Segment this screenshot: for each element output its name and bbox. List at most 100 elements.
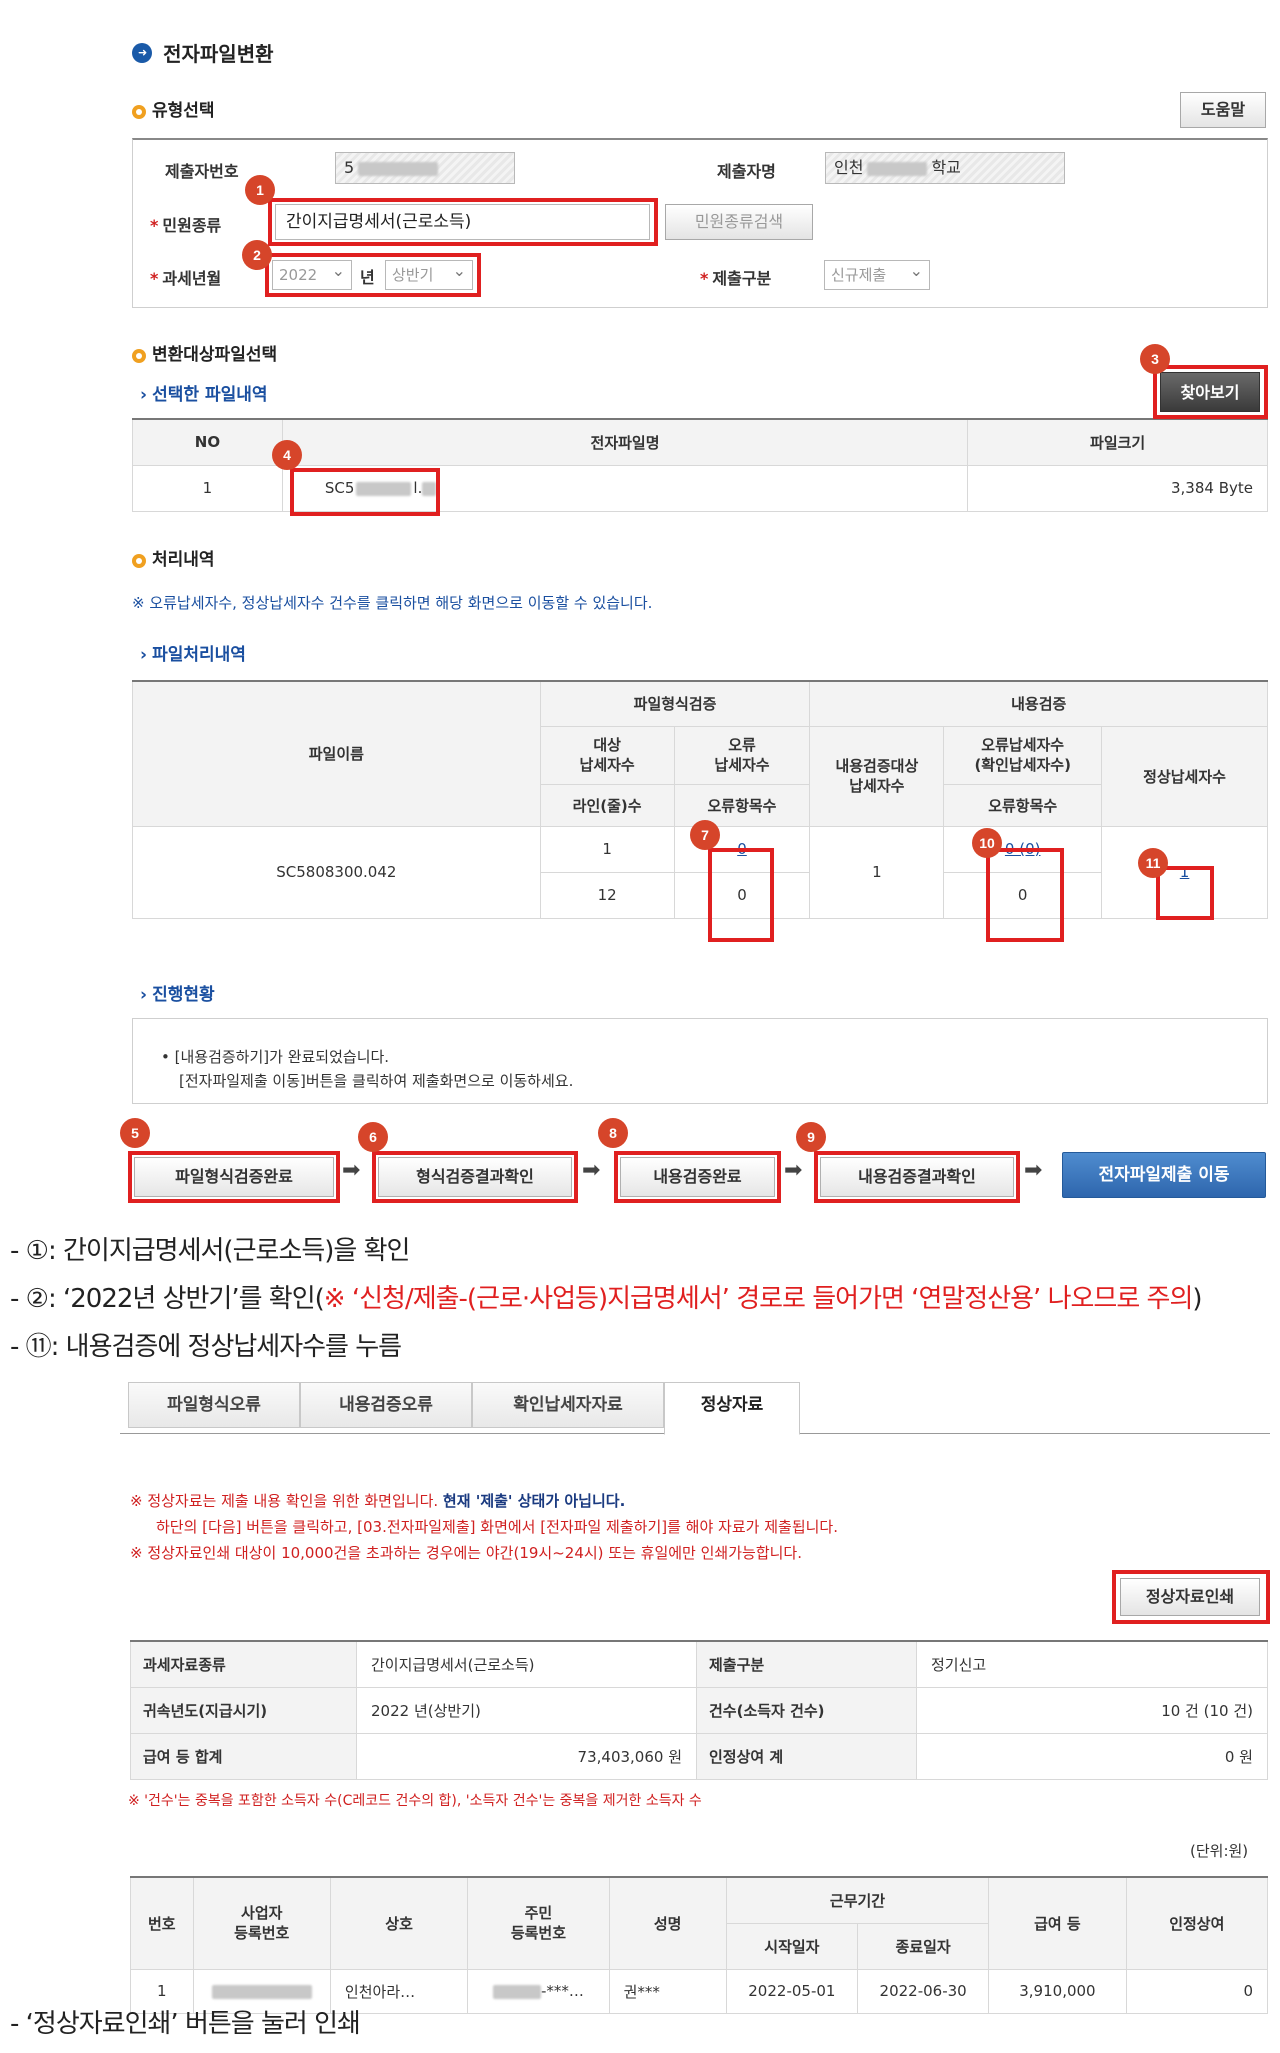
col-filesize: 파일크기 [967, 418, 1268, 466]
col-detail-end: 종료일자 [856, 1922, 990, 1970]
submitter-name-label: 제출자명 [717, 162, 776, 181]
col-detail-company: 상호 [329, 1876, 469, 1970]
col-detail-pay: 급여 등 [988, 1876, 1127, 1970]
progress-box: • [내용검증하기]가 완료되었습니다. [전자파일제출 이동]버튼을 클릭하여… [132, 1018, 1268, 1104]
process-filename: SC5808300.042 [132, 825, 541, 919]
col-format-check: 파일형식검증 [539, 680, 811, 727]
process-header: 처리내역 [132, 545, 215, 570]
col-normal: 정상납세자수 [1101, 725, 1268, 827]
progress-line-1: • [내용검증하기]가 완료되었습니다. [161, 1048, 390, 1066]
chevron-right-icon: › [140, 385, 148, 405]
submit-type-label: * 제출구분 [700, 269, 772, 288]
caption-4: - ‘정상자료인쇄’ 버튼을 눌러 인쇄 [10, 2009, 361, 2039]
table-row: 귀속년도(지급시기) 2022 년(상반기) 건수(소득자 건수) 10 건 (… [130, 1686, 1268, 1734]
submitter-no-field: 5 [335, 152, 515, 184]
col-detail-start: 시작일자 [725, 1922, 859, 1970]
highlight-file-name [290, 468, 440, 516]
tab-content-error[interactable]: 내용검증오류 [300, 1382, 472, 1428]
col-target: 대상 납세자수 [539, 725, 675, 785]
col-file-name: 파일이름 [132, 680, 541, 827]
civil-type-search-button[interactable]: 민원종류검색 [665, 204, 813, 240]
arrow-right-icon: ➡ [784, 1158, 803, 1183]
conversion-screen: ➜ 전자파일변환 유형선택 도움말 제출자번호 5 제출자명 인천 학교 * 민원종… [120, 0, 1270, 1203]
step-badge-5: 5 [120, 1118, 150, 1148]
count-note: ※ '건수'는 중복을 포함한 소득자 수(C레코드 건수의 합), '소득자 … [128, 1793, 702, 1809]
highlight-error-confirm [986, 848, 1064, 942]
chevron-right-icon: › [140, 645, 148, 665]
help-button[interactable]: 도움말 [1180, 92, 1266, 128]
step-badge-9: 9 [796, 1122, 826, 1152]
title-circle-icon: ➜ [132, 42, 152, 63]
normal-notice-3: ※ 정상자료인쇄 대상이 10,000건을 초과하는 경우에는 야간(19시~2… [130, 1544, 802, 1562]
col-error-items: 오류항목수 [673, 783, 811, 827]
step-badge-1: 1 [245, 175, 275, 205]
highlight-browse [1153, 365, 1268, 419]
tab-bar: 파일형식오류 내용검증오류 확인납세자자료 정상자료 [120, 1370, 1270, 1435]
caption-2: - ②: ‘2022년 상반기’를 확인(※ ‘신청/제출-(근로·사업등)지급… [10, 1284, 1203, 1314]
col-detail-no: 번호 [130, 1876, 194, 1970]
col-error-confirm: 오류납세자수 (확인납세자수) [943, 725, 1103, 785]
move-to-submit-button[interactable]: 전자파일제출 이동 [1062, 1152, 1266, 1198]
file-process-subtitle: › 파일처리내역 [140, 645, 246, 665]
step-badge-10: 10 [972, 828, 1002, 858]
normal-notice-1: ※ 정상자료는 제출 내용 확인을 위한 화면입니다. 현재 '제출' 상태가 … [130, 1492, 626, 1510]
normal-notice-2: 하단의 [다음] 버튼을 클릭하고, [03.전자파일제출] 화면에서 [전자파… [156, 1518, 838, 1536]
col-content-target: 내용검증대상 납세자수 [809, 725, 945, 827]
table-row: 과세자료종류 간이지급명세서(근로소득) 제출구분 정기신고 [130, 1640, 1268, 1688]
file-row-size: 3,384 Byte [967, 464, 1268, 512]
submit-type-select[interactable]: 신규제출 [824, 257, 930, 290]
file-row-no: 1 [132, 464, 283, 512]
normal-data-screen: 파일형식오류 내용검증오류 확인납세자자료 정상자료 ※ 정상자료는 제출 내용… [120, 1370, 1270, 2014]
col-filename: 전자파일명 [281, 418, 969, 466]
page-title: 전자파일변환 [163, 42, 274, 66]
unit-label: (단위:원) [1190, 1842, 1249, 1860]
detail-table: 번호 사업자 등록번호 상호 주민 등록번호 성명 근무기간 급여 등 인정상여… [130, 1876, 1269, 2014]
detail-rrn: -***… [467, 1968, 610, 2014]
selected-files-subtitle: › 선택한 파일내역 [140, 385, 268, 405]
progress-line-2: [전자파일제출 이동]버튼을 클릭하여 제출화면으로 이동하세요. [179, 1072, 574, 1090]
type-select-header: 유형선택 [132, 96, 215, 121]
col-error: 오류 납세자수 [673, 725, 811, 785]
process-notice: ※ 오류납세자수, 정상납세자수 건수를 클릭하면 해당 화면으로 이동할 수 … [132, 594, 653, 612]
col-detail-bonus: 인정상여 [1125, 1876, 1269, 1970]
step-badge-7: 7 [690, 820, 720, 850]
chevron-right-icon: › [140, 985, 148, 1005]
col-detail-rrn: 주민 등록번호 [467, 1876, 610, 1970]
col-detail-biz: 사업자 등록번호 [192, 1876, 331, 1970]
highlight-flow-2 [372, 1151, 578, 1203]
page-title-row: ➜ 전자파일변환 [132, 38, 274, 67]
caption-1: - ①: 간이지급명세서(근로소득)을 확인 [10, 1236, 410, 1266]
tab-confirm-taxpayer[interactable]: 확인납세자자료 [472, 1382, 664, 1428]
col-detail-person: 성명 [608, 1876, 727, 1970]
col-detail-period: 근무기간 [725, 1876, 990, 1924]
progress-subtitle: › 진행현황 [140, 985, 215, 1005]
highlight-normal-count [1156, 866, 1214, 920]
highlight-error-count [708, 848, 774, 942]
submitter-no-label: 제출자번호 [165, 162, 239, 181]
submitter-name-field: 인천 학교 [825, 152, 1065, 184]
col-lines: 라인(줄)수 [539, 783, 675, 827]
highlight-flow-1 [128, 1151, 340, 1203]
arrow-right-icon: ➡ [582, 1158, 601, 1183]
step-badge-6: 6 [358, 1122, 388, 1152]
file-process-table: 파일이름 파일형식검증 내용검증 대상 납세자수 오류 납세자수 내용검증대상 … [132, 680, 1268, 919]
arrow-right-icon: ➡ [342, 1158, 361, 1183]
highlight-tax-year [265, 253, 481, 297]
highlight-flow-4 [814, 1151, 1020, 1203]
highlight-flow-3 [614, 1151, 781, 1203]
tab-normal-data[interactable]: 정상자료 [664, 1382, 800, 1435]
tax-year-label: * 과세년월 [150, 269, 222, 288]
file-select-header: 변환대상파일선택 [132, 340, 277, 365]
col-no: NO [132, 418, 283, 466]
col-content-check: 내용검증 [809, 680, 1268, 727]
tab-format-error[interactable]: 파일형식오류 [128, 1382, 300, 1428]
section-bullet-icon [132, 553, 146, 568]
col-error-items2: 오류항목수 [943, 783, 1103, 827]
step-badge-4: 4 [272, 440, 302, 470]
target-count: 1 [539, 825, 675, 873]
step-badge-11: 11 [1138, 848, 1168, 878]
highlight-print-button [1112, 1570, 1270, 1624]
line-count: 12 [539, 871, 675, 919]
summary-table: 과세자료종류 간이지급명세서(근로소득) 제출구분 정기신고 귀속년도(지급시기… [130, 1640, 1268, 1780]
content-target-count: 1 [809, 825, 945, 919]
